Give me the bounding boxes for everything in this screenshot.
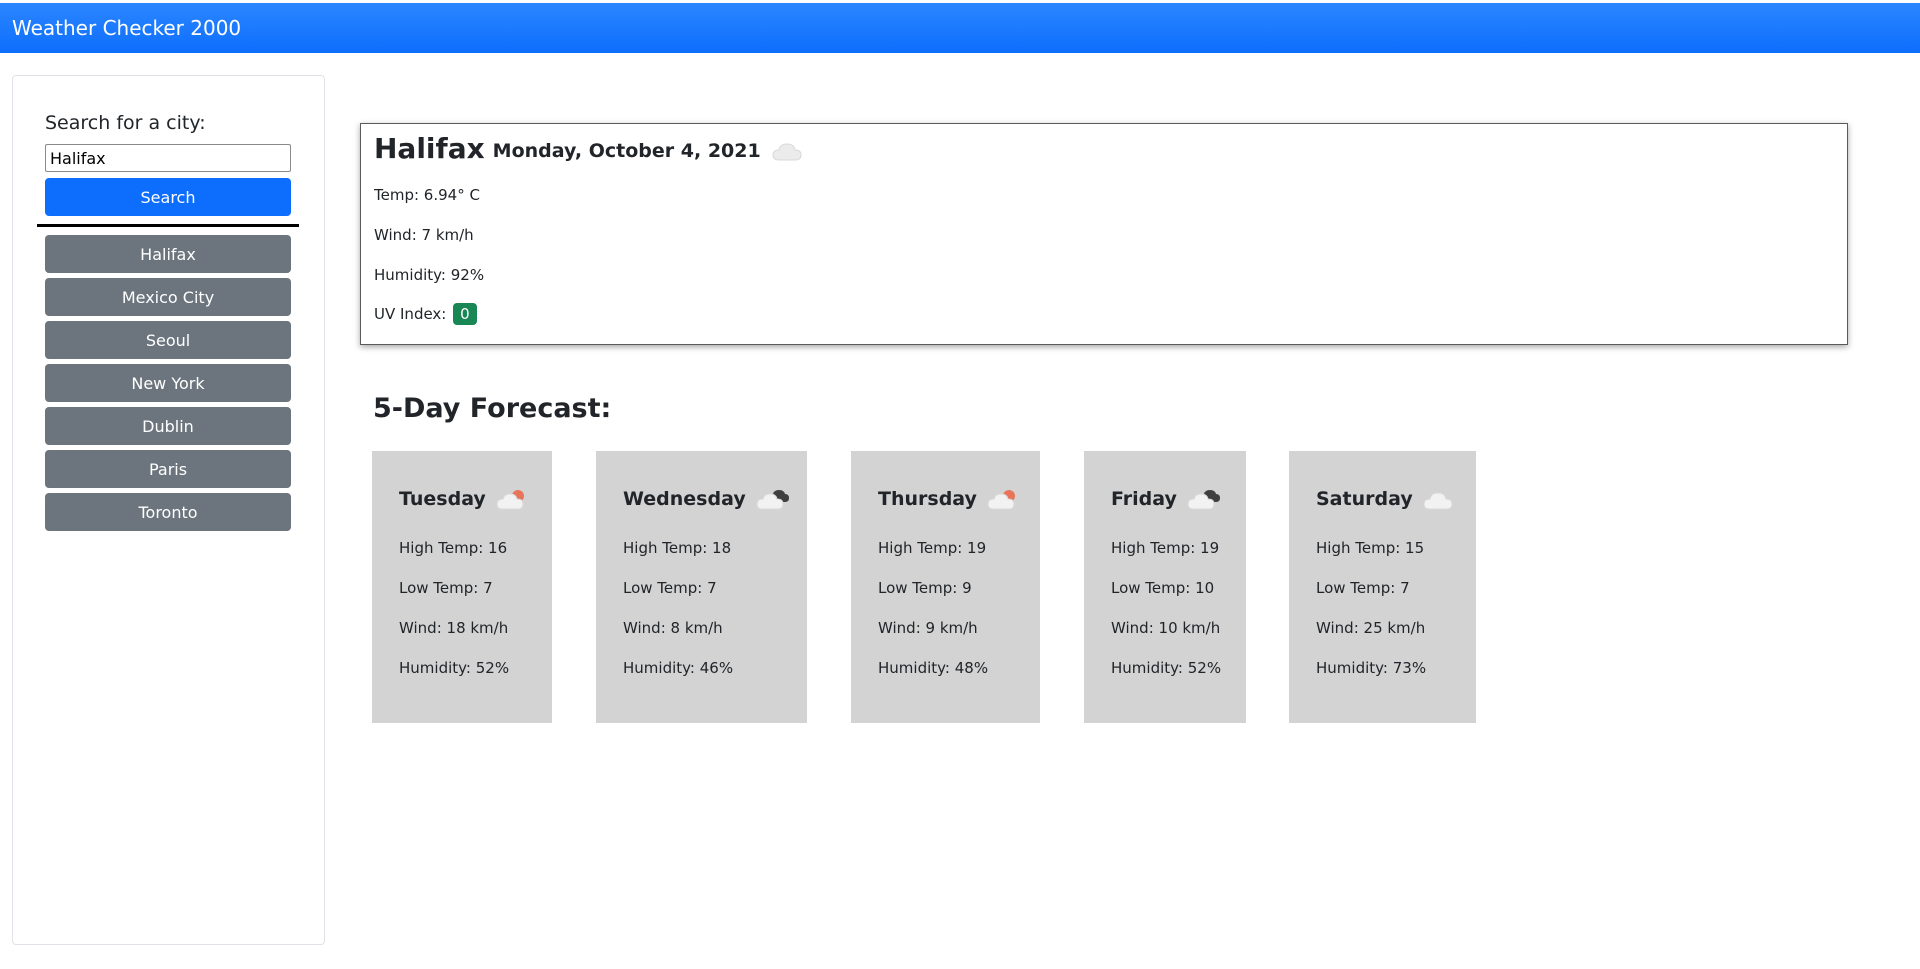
- history-button-halifax[interactable]: Halifax: [45, 235, 291, 273]
- search-input[interactable]: [45, 144, 291, 172]
- app-title: Weather Checker 2000: [12, 16, 242, 40]
- history-button-mexico-city[interactable]: Mexico City: [45, 278, 291, 316]
- forecast-day-label: Saturday: [1316, 488, 1413, 510]
- current-uv: UV Index: 0: [374, 303, 477, 325]
- forecast-low-temp: Low Temp: 9: [878, 579, 972, 597]
- forecast-humidity: Humidity: 73%: [1316, 659, 1427, 677]
- history-button-toronto[interactable]: Toronto: [45, 493, 291, 531]
- uv-label: UV Index:: [374, 305, 447, 323]
- forecast-humidity: Humidity: 52%: [1111, 659, 1222, 677]
- cloud-sun-icon: [496, 487, 530, 511]
- forecast-wind: Wind: 18 km/h: [399, 619, 509, 637]
- forecast-card-tuesday: Tuesday High Temp: 16 Low Temp: 7 Wind: …: [372, 451, 552, 723]
- forecast-title: 5-Day Forecast:: [373, 393, 612, 424]
- current-humidity: Humidity: 92%: [374, 266, 485, 284]
- forecast-low-temp: Low Temp: 7: [1316, 579, 1410, 597]
- current-city: Halifax: [374, 132, 485, 165]
- current-weather-card: Halifax Monday, October 4, 2021 Temp: 6.…: [360, 123, 1848, 345]
- search-history-list: Halifax Mexico City Seoul New York Dubli…: [45, 235, 291, 536]
- search-label: Search for a city:: [45, 112, 206, 134]
- forecast-low-temp: Low Temp: 10: [1111, 579, 1215, 597]
- forecast-high-temp: High Temp: 15: [1316, 539, 1425, 557]
- forecast-humidity: Humidity: 52%: [399, 659, 510, 677]
- current-wind: Wind: 7 km/h: [374, 226, 474, 244]
- forecast-wind: Wind: 9 km/h: [878, 619, 978, 637]
- forecast-card-friday: Friday High Temp: 19 Low Temp: 10 Wind: …: [1084, 451, 1246, 723]
- divider: [37, 224, 299, 227]
- forecast-day-label: Tuesday: [399, 488, 486, 510]
- cloud-icon: [1423, 487, 1457, 511]
- forecast-high-temp: High Temp: 16: [399, 539, 508, 557]
- forecast-day-label: Wednesday: [623, 488, 746, 510]
- uv-badge: 0: [453, 303, 477, 325]
- current-weather-heading: Halifax Monday, October 4, 2021: [374, 132, 803, 165]
- forecast-day: Saturday: [1316, 487, 1457, 511]
- search-button[interactable]: Search: [45, 178, 291, 216]
- forecast-humidity: Humidity: 46%: [623, 659, 734, 677]
- forecast-low-temp: Low Temp: 7: [623, 579, 717, 597]
- broken-clouds-icon: [756, 487, 790, 511]
- sidebar: Search for a city: Search Halifax Mexico…: [12, 75, 325, 945]
- forecast-card-saturday: Saturday High Temp: 15 Low Temp: 7 Wind:…: [1289, 451, 1476, 723]
- current-temp: Temp: 6.94° C: [374, 186, 480, 204]
- broken-clouds-icon: [1187, 487, 1221, 511]
- forecast-day-label: Thursday: [878, 488, 977, 510]
- current-date: Monday, October 4, 2021: [492, 139, 761, 162]
- forecast-high-temp: High Temp: 19: [1111, 539, 1220, 557]
- history-button-paris[interactable]: Paris: [45, 450, 291, 488]
- forecast-day: Friday: [1111, 487, 1221, 511]
- forecast-wind: Wind: 25 km/h: [1316, 619, 1426, 637]
- forecast-high-temp: High Temp: 19: [878, 539, 987, 557]
- forecast-day: Thursday: [878, 487, 1021, 511]
- forecast-day: Tuesday: [399, 487, 530, 511]
- forecast-day-label: Friday: [1111, 488, 1177, 510]
- forecast-high-temp: High Temp: 18: [623, 539, 732, 557]
- cloud-sun-icon: [987, 487, 1021, 511]
- forecast-card-thursday: Thursday High Temp: 19 Low Temp: 9 Wind:…: [851, 451, 1040, 723]
- forecast-day: Wednesday: [623, 487, 790, 511]
- history-button-seoul[interactable]: Seoul: [45, 321, 291, 359]
- navbar: Weather Checker 2000: [0, 3, 1920, 53]
- forecast-wind: Wind: 8 km/h: [623, 619, 723, 637]
- history-button-new-york[interactable]: New York: [45, 364, 291, 402]
- cloud-icon: [771, 140, 803, 162]
- forecast-humidity: Humidity: 48%: [878, 659, 989, 677]
- forecast-wind: Wind: 10 km/h: [1111, 619, 1221, 637]
- forecast-card-wednesday: Wednesday High Temp: 18 Low Temp: 7 Wind…: [596, 451, 807, 723]
- forecast-low-temp: Low Temp: 7: [399, 579, 493, 597]
- history-button-dublin[interactable]: Dublin: [45, 407, 291, 445]
